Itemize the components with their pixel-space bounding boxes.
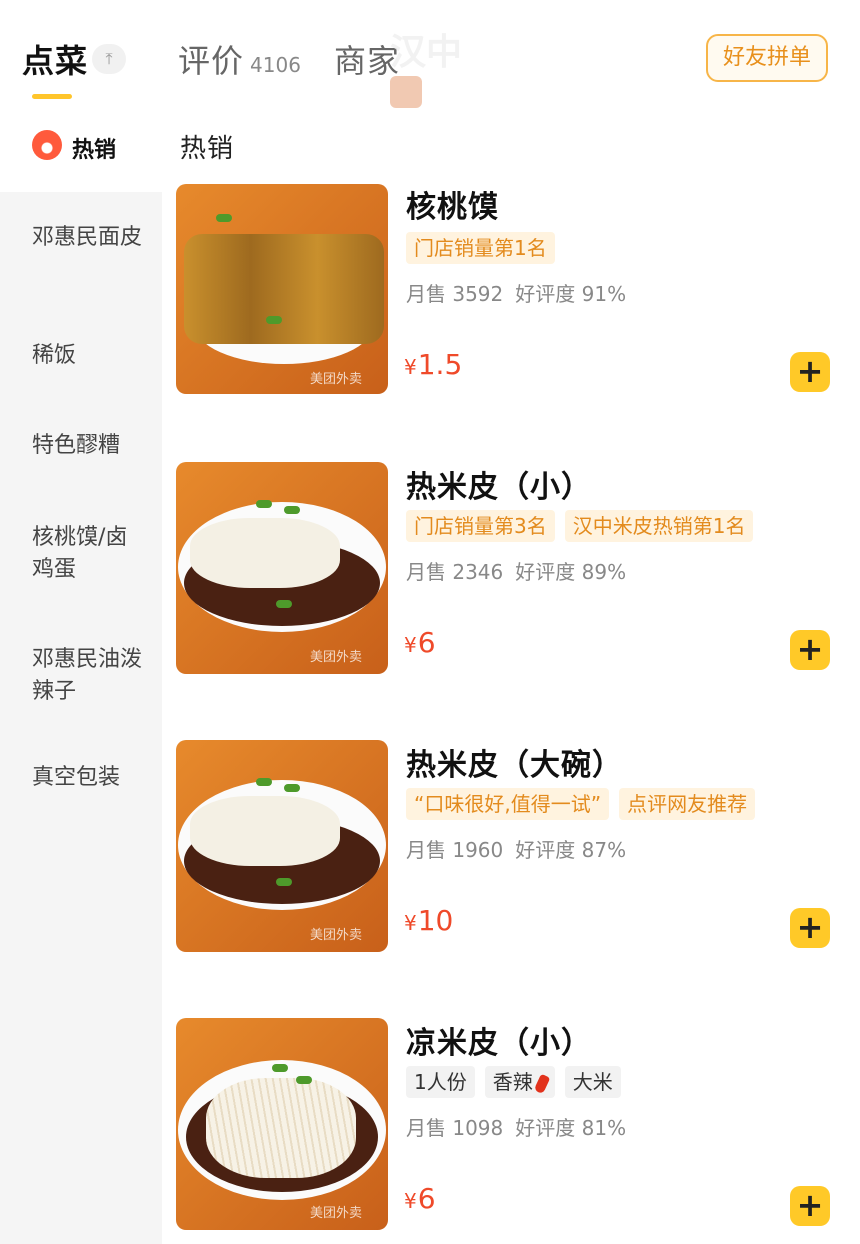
active-tab-indicator: [32, 94, 72, 99]
sidebar-item-hot[interactable]: 热销: [0, 100, 162, 192]
section-title: 热销: [180, 134, 235, 164]
product-tag: 门店销量第1名: [406, 232, 555, 264]
image-watermark: 美团外卖: [310, 650, 363, 665]
currency-symbol: ¥: [404, 355, 417, 379]
image-watermark: 美团外卖: [310, 928, 363, 943]
herb: [256, 500, 272, 508]
monthly-sales: 月售 1960: [406, 838, 504, 862]
product-tag: 香辣: [484, 1066, 555, 1098]
product-card[interactable]: 美团外卖 核桃馍 门店销量第1名 月售 3592 好评度 91% ¥1.5 +: [176, 184, 846, 396]
product-tag: 1人份: [406, 1066, 475, 1098]
herb: [216, 214, 232, 222]
watermark-logo: 汉中: [390, 34, 472, 114]
tab-order[interactable]: 点菜: [22, 36, 88, 82]
sidebar-item-porridge[interactable]: 稀饭: [32, 340, 142, 372]
rice-noodle: [190, 796, 340, 866]
sidebar-item-vacuum-pack[interactable]: 真空包装: [32, 762, 142, 794]
product-name: 凉米皮（小）: [406, 1026, 592, 1061]
currency-symbol: ¥: [404, 1189, 417, 1213]
tab-merchant[interactable]: 商家: [334, 36, 400, 82]
herb: [266, 316, 282, 324]
product-tag: 大米: [564, 1066, 621, 1098]
add-to-cart-button[interactable]: +: [790, 908, 830, 948]
product-price: ¥1.5: [404, 348, 462, 381]
sidebar-item-chili-oil[interactable]: 邓惠民油泼辣子: [32, 644, 142, 708]
product-price: ¥6: [404, 1182, 436, 1215]
product-tags: 门店销量第1名: [406, 232, 565, 264]
monthly-sales: 月售 2346: [406, 560, 504, 584]
product-card[interactable]: 美团外卖 凉米皮（小） 1人份 香辣 大米 月售 1098 好评度 81% ¥6 +: [176, 1018, 846, 1230]
herb: [284, 506, 300, 514]
herb: [272, 1064, 288, 1072]
currency-symbol: ¥: [404, 911, 417, 935]
image-watermark: 美团外卖: [310, 1206, 363, 1221]
product-name: 热米皮（小）: [406, 470, 592, 505]
product-stats: 月售 2346 好评度 89%: [406, 556, 638, 585]
product-tag-label: 香辣: [492, 1070, 533, 1094]
product-image: 美团外卖: [176, 740, 388, 952]
rice-noodle: [206, 1078, 356, 1178]
product-price: ¥10: [404, 904, 453, 937]
top-tab-bar: 点菜 ⤒ 评价 4106 商家 汉中 好友拼单: [0, 0, 860, 108]
product-name: 热米皮（大碗）: [406, 748, 623, 783]
product-image: 美团外卖: [176, 462, 388, 674]
product-tag: 汉中米皮热销第1名: [564, 510, 754, 542]
category-sidebar: 热销 邓惠民面皮 稀饭 特色醪糟 核桃馍/卤鸡蛋 邓惠民油泼辣子 真空包装: [0, 100, 162, 1244]
herb: [276, 600, 292, 608]
product-card[interactable]: 美团外卖 热米皮（小） 门店销量第3名 汉中米皮热销第1名 月售 2346 好评度 …: [176, 462, 846, 674]
product-image: 美团外卖: [176, 184, 388, 394]
product-stats: 月售 3592 好评度 91%: [406, 278, 638, 307]
herb: [296, 1076, 312, 1084]
price-value: 10: [417, 904, 454, 937]
rating: 好评度 91%: [515, 282, 627, 306]
sidebar-item-walnut-bun-egg[interactable]: 核桃馍/卤鸡蛋: [32, 522, 142, 586]
currency-symbol: ¥: [404, 633, 417, 657]
flame-icon: [32, 130, 62, 160]
rating: 好评度 81%: [515, 1116, 627, 1140]
product-stats: 月售 1960 好评度 87%: [406, 834, 638, 863]
add-to-cart-button[interactable]: +: [790, 1186, 830, 1226]
product-tags: 门店销量第3名 汉中米皮热销第1名: [406, 510, 763, 542]
product-price: ¥6: [404, 626, 436, 659]
monthly-sales: 月售 1098: [406, 1116, 504, 1140]
sidebar-item-label: 热销: [72, 138, 117, 163]
product-stats: 月售 1098 好评度 81%: [406, 1112, 638, 1141]
herb: [284, 784, 300, 792]
walnut-buns: [184, 234, 384, 344]
add-to-cart-button[interactable]: +: [790, 630, 830, 670]
price-value: 6: [417, 626, 436, 659]
monthly-sales: 月售 3592: [406, 282, 504, 306]
product-image: 美团外卖: [176, 1018, 388, 1230]
product-name: 核桃馍: [406, 190, 499, 225]
tab-merchant-label: 商家: [334, 42, 401, 80]
product-tags: “口味很好,值得一试” 点评网友推荐: [406, 788, 765, 820]
product-tag: “口味很好,值得一试”: [406, 788, 610, 820]
product-tag: 点评网友推荐: [619, 788, 756, 820]
herb: [256, 778, 272, 786]
rating: 好评度 87%: [515, 838, 627, 862]
rating: 好评度 89%: [515, 560, 627, 584]
product-tags: 1人份 香辣 大米: [406, 1066, 631, 1098]
image-watermark: 美团外卖: [310, 372, 363, 387]
tab-reviews-label: 评价: [178, 42, 245, 80]
rice-noodle: [190, 518, 340, 588]
arrow-up-icon[interactable]: ⤒: [92, 44, 126, 74]
review-count: 4106: [250, 53, 301, 77]
sidebar-item-rice-wine[interactable]: 特色醪糟: [32, 430, 142, 462]
tab-reviews[interactable]: 评价 4106: [178, 36, 301, 82]
product-card[interactable]: 美团外卖 热米皮（大碗） “口味很好,值得一试” 点评网友推荐 月售 1960 好评…: [176, 740, 846, 952]
tab-order-label: 点菜: [22, 42, 89, 80]
add-to-cart-button[interactable]: +: [790, 352, 830, 392]
price-value: 1.5: [417, 348, 463, 381]
herb: [276, 878, 292, 886]
product-tag: 门店销量第3名: [406, 510, 555, 542]
price-value: 6: [417, 1182, 436, 1215]
watermark-text: 汉中: [390, 32, 463, 73]
friend-group-order-button[interactable]: 好友拼单: [706, 34, 828, 82]
chili-pepper-icon: [533, 1073, 551, 1094]
sidebar-item-dhm-liangpi[interactable]: 邓惠民面皮: [32, 222, 142, 254]
